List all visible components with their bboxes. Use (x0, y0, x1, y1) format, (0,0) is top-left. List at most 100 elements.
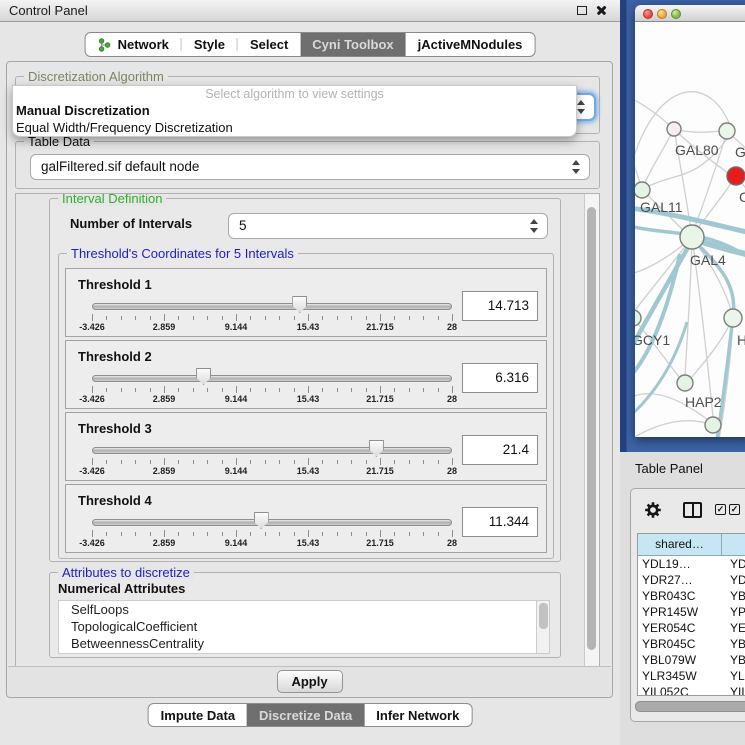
panel-title: Control Panel (9, 0, 88, 21)
algorithm-option-manual[interactable]: Manual Discretization (13, 103, 576, 120)
node-label: GAL80 (675, 142, 719, 158)
table-horizontal-scrollbar[interactable] (635, 701, 745, 712)
slider-tick (279, 388, 280, 392)
table-row[interactable]: YIL052CYIL0 (638, 684, 745, 696)
slider-tick (337, 532, 338, 536)
slider-thumb[interactable] (196, 368, 211, 385)
gear-icon[interactable] (644, 501, 662, 519)
slider-track[interactable] (92, 303, 452, 310)
combo-stepper-icon[interactable] (572, 160, 581, 174)
tab-style[interactable]: Style (182, 33, 237, 56)
slider-thumb[interactable] (369, 440, 384, 457)
slider-tick (92, 386, 93, 393)
table-row[interactable]: YLR345WYLR3 (638, 668, 745, 684)
combo-stepper-icon[interactable] (530, 219, 539, 233)
tab-infer-network[interactable]: Infer Network (364, 704, 471, 726)
network-node-hap2[interactable] (677, 375, 693, 391)
slider-scale-label: 2.859 (153, 466, 176, 476)
list-scrollbar[interactable] (536, 601, 549, 653)
slider-tick (135, 460, 136, 464)
slider-scale-label: 9.144 (225, 538, 248, 548)
table-row[interactable]: YBR045CYBR0 (638, 636, 745, 652)
slider-track[interactable] (92, 519, 452, 526)
checkbox-checked-icon[interactable]: ✓ (729, 504, 740, 515)
table-row[interactable]: YBR043CYBR0 (638, 588, 745, 604)
threshold-label: Threshold 1 (78, 277, 152, 292)
network-node[interactable] (705, 417, 721, 433)
slider-tick (207, 316, 208, 320)
apply-button[interactable]: Apply (277, 670, 343, 693)
slider-tick (150, 388, 151, 392)
numerical-attributes-list[interactable]: SelfLoopsTopologicalCoefficientBetweenne… (58, 600, 550, 654)
zoom-traffic-light[interactable] (671, 9, 681, 19)
slider-tick (265, 532, 266, 536)
column-header-name[interactable]: na (722, 534, 745, 555)
combo-stepper-icon[interactable] (577, 100, 586, 114)
table-row[interactable]: YDL19…YDL1 (638, 556, 745, 572)
table-row[interactable]: YBL079WYBL0 (638, 652, 745, 668)
numerical-attributes-label: Numerical Attributes (58, 581, 185, 596)
list-item[interactable]: TopologicalCoefficient (59, 618, 549, 635)
slider-tick (423, 388, 424, 392)
slider-tick (366, 532, 367, 536)
network-node-gal11[interactable] (635, 182, 650, 198)
network-node-c[interactable] (727, 167, 745, 185)
slider-scale-label: 2.859 (153, 538, 176, 548)
tab-cyni-toolbox[interactable]: Cyni Toolbox (300, 33, 405, 56)
attributes-group: Attributes to discretize Numerical Attri… (49, 572, 561, 658)
number-of-intervals-combobox[interactable]: 5 (228, 213, 548, 239)
tab-network[interactable]: Network (86, 33, 181, 56)
threshold-value-field[interactable]: 21.4 (462, 435, 538, 465)
network-node-h[interactable] (724, 309, 742, 327)
column-header-shared-name[interactable]: shared… (638, 534, 722, 555)
checkbox-checked-icon[interactable]: ✓ (715, 504, 726, 515)
network-canvas[interactable]: GAL80GACGAL11GAL4GCY1HHAP2 (635, 22, 745, 437)
table-row[interactable]: YER054CYER0 (638, 620, 745, 636)
threshold-value-field[interactable]: 14.713 (462, 291, 538, 321)
slider-tick (106, 460, 107, 464)
slider-tick (380, 458, 381, 465)
slider-tick (322, 532, 323, 536)
threshold-value-field[interactable]: 11.344 (462, 507, 538, 537)
slider-tick (236, 458, 237, 465)
slider-tick (265, 316, 266, 320)
split-columns-icon[interactable] (683, 502, 702, 518)
network-node-ga[interactable] (719, 123, 735, 139)
settings-vertical-scrollbar[interactable] (584, 194, 599, 668)
slider-tick (250, 316, 251, 320)
network-window-titlebar (635, 5, 745, 22)
cell-shared-name: YDL19… (638, 556, 722, 572)
slider-thumb[interactable] (254, 512, 269, 529)
close-traffic-light[interactable] (643, 9, 653, 19)
tab-discretize-data[interactable]: Discretize Data (247, 704, 364, 726)
minimize-traffic-light[interactable] (657, 9, 667, 19)
slider-track[interactable] (92, 447, 452, 454)
slider-thumb[interactable] (292, 296, 307, 313)
network-node-gal80[interactable] (667, 122, 681, 136)
settings-scroll-area: Interval Definition Number of Intervals … (15, 193, 600, 669)
table-row[interactable]: YPR145WYPR1 (638, 604, 745, 620)
tab-select[interactable]: Select (238, 33, 300, 56)
window-close-icon[interactable] (595, 4, 608, 17)
slider-tick (135, 388, 136, 392)
slider-tick (452, 530, 453, 537)
algorithm-option-equal-width[interactable]: Equal Width/Frequency Discretization (13, 120, 576, 137)
window-float-icon[interactable] (577, 6, 587, 15)
slider-scale-label: 9.144 (225, 466, 248, 476)
node-label: GAL4 (690, 252, 726, 268)
cell-name: YLR3 (722, 668, 745, 684)
list-item[interactable]: SelfLoops (59, 601, 549, 618)
list-item[interactable]: BetweennessCentrality (59, 635, 549, 652)
slider-scale-label: 21.715 (366, 322, 394, 332)
threshold-value-field[interactable]: 6.316 (462, 363, 538, 393)
tab-jactivemnodules[interactable]: jActiveMNodules (406, 33, 535, 56)
slider-tick (121, 388, 122, 392)
node-attribute-table[interactable]: shared… na YDL19…YDL1YDR27…YDR2YBR043CYB… (637, 533, 745, 696)
slider-track[interactable] (92, 375, 452, 382)
network-node-gcy1[interactable] (635, 310, 641, 326)
tab-impute-data[interactable]: Impute Data (149, 704, 247, 726)
slider-tick (178, 460, 179, 464)
table-data-combobox[interactable]: galFiltered.sif default node (30, 154, 590, 180)
table-row[interactable]: YDR27…YDR2 (638, 572, 745, 588)
network-node-gal4[interactable] (680, 225, 704, 249)
